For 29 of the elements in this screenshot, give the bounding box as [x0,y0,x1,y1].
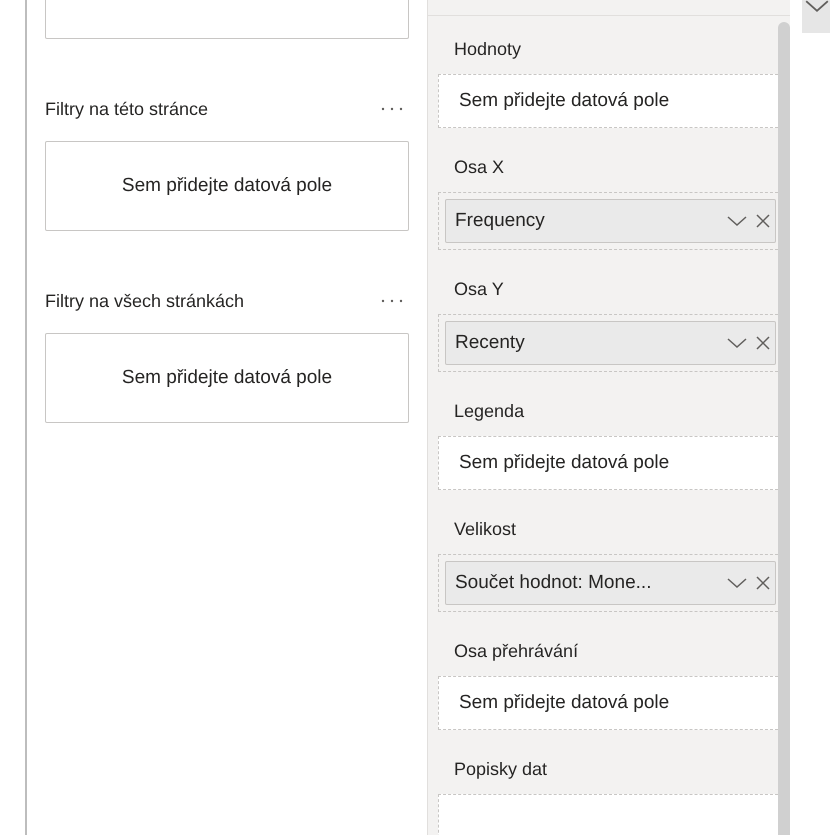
close-icon[interactable] [755,213,771,229]
more-icon[interactable] [381,299,403,303]
chevron-down-icon[interactable] [727,216,747,226]
field-drop-zone[interactable]: Sem přidejte datová pole [438,74,778,128]
close-icon[interactable] [755,335,771,351]
field-drop-zone[interactable]: Sem přidejte datová pole [438,436,778,490]
field-drop-zone[interactable]: Sem přidejte datová pole [438,676,778,730]
well-label: Osa X [453,156,506,179]
field-chip[interactable]: Frequency [445,199,776,243]
section-title: Filtry na všech stránkách [45,290,244,312]
filter-drop-zone[interactable]: Sem přidejte datová pole [45,333,409,423]
more-icon[interactable] [381,107,403,111]
scrollbar-thumb[interactable] [778,22,790,835]
well-label: Velikost [453,518,518,541]
field-chip[interactable]: Recenty [445,321,776,365]
well-label: Hodnoty [453,38,522,61]
close-icon[interactable] [755,575,771,591]
chevron-down-icon [805,0,829,12]
collapse-button[interactable] [802,0,830,33]
well-label: Osa přehrávání [453,640,580,663]
well-label: Legenda [453,400,526,423]
filter-drop-zone[interactable]: Sem přidejte datová pole [45,141,409,231]
chevron-down-icon[interactable] [727,338,747,348]
section-title: Filtry na této stránce [45,98,208,120]
field-chip[interactable]: Součet hodnot: Mone... [445,561,776,605]
well-label: Popisky dat [453,758,548,781]
chevron-down-icon[interactable] [727,578,747,588]
field-drop-zone[interactable] [438,794,778,835]
well-label: Osa Y [453,278,505,301]
